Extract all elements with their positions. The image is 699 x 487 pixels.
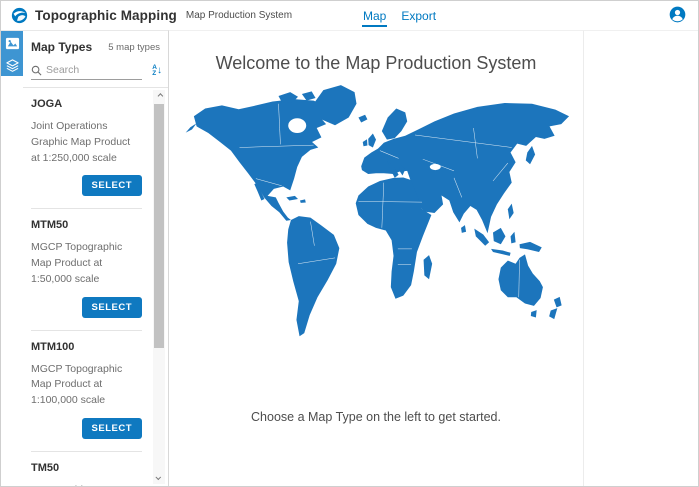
right-empty-area bbox=[584, 30, 698, 486]
map-type-count: 5 map types bbox=[108, 42, 160, 53]
scroll-down-icon[interactable] bbox=[153, 472, 165, 484]
app-title: Topographic Mapping bbox=[35, 8, 177, 23]
main-content: Welcome to the Map Production System bbox=[169, 30, 584, 486]
map-types-panel: Map Types 5 map types AZ ↓ bbox=[23, 30, 169, 486]
scroll-up-icon[interactable] bbox=[153, 90, 165, 102]
map-type-item: MTM50 MGCP Topographic Map Product at 1:… bbox=[31, 209, 142, 329]
map-type-list: JOGA Joint Operations Graphic Map Produc… bbox=[23, 88, 168, 486]
map-type-description: MGCP Topographic Map Product at 1:50,000… bbox=[31, 240, 135, 287]
app-subtitle: Map Production System bbox=[186, 10, 292, 21]
map-type-list-inner: JOGA Joint Operations Graphic Map Produc… bbox=[23, 88, 168, 486]
app-window: Topographic Mapping Map Production Syste… bbox=[0, 0, 699, 487]
tab-export[interactable]: Export bbox=[400, 3, 437, 28]
world-map bbox=[181, 80, 571, 346]
select-button[interactable]: SELECT bbox=[82, 175, 142, 196]
search-row: AZ ↓ bbox=[23, 60, 168, 80]
world-map-image bbox=[181, 80, 571, 346]
search-input[interactable] bbox=[46, 64, 116, 76]
search-box[interactable] bbox=[31, 64, 142, 80]
list-scrollbar[interactable] bbox=[153, 90, 165, 484]
scrollbar-thumb[interactable] bbox=[154, 104, 164, 348]
instruction-text: Choose a Map Type on the left to get sta… bbox=[251, 410, 501, 424]
app-body: Map Types 5 map types AZ ↓ bbox=[1, 30, 698, 486]
map-type-item: TM50 Topographic Map Product at 1:50,000… bbox=[31, 452, 142, 486]
map-type-name: JOGA bbox=[31, 98, 142, 110]
tool-strip bbox=[1, 30, 23, 486]
welcome-title: Welcome to the Map Production System bbox=[216, 53, 537, 74]
select-button[interactable]: SELECT bbox=[82, 418, 142, 439]
map-type-description: Joint Operations Graphic Map Product at … bbox=[31, 119, 135, 166]
user-account-icon[interactable] bbox=[669, 6, 686, 23]
map-type-description: Topographic Map Product at 1:50,000 scal… bbox=[31, 483, 135, 486]
top-nav-tabs: Map Export bbox=[362, 1, 437, 30]
tool-strip-active-group bbox=[1, 31, 23, 76]
app-header: Topographic Mapping Map Production Syste… bbox=[1, 1, 698, 30]
map-type-name: MTM100 bbox=[31, 341, 142, 353]
brand: Topographic Mapping Map Production Syste… bbox=[1, 7, 292, 24]
map-type-name: MTM50 bbox=[31, 219, 142, 231]
map-type-item: JOGA Joint Operations Graphic Map Produc… bbox=[31, 88, 142, 208]
sort-az-icon[interactable]: AZ ↓ bbox=[152, 65, 162, 79]
tab-map[interactable]: Map bbox=[362, 3, 387, 28]
layers-icon[interactable] bbox=[4, 57, 20, 73]
map-types-header: Map Types 5 map types bbox=[23, 31, 168, 60]
map-panel-icon[interactable] bbox=[4, 35, 20, 51]
panel-title: Map Types bbox=[31, 40, 92, 54]
map-type-name: TM50 bbox=[31, 462, 142, 474]
select-button[interactable]: SELECT bbox=[82, 297, 142, 318]
map-type-description: MGCP Topographic Map Product at 1:100,00… bbox=[31, 362, 135, 409]
globe-logo-icon bbox=[11, 7, 28, 24]
map-type-item: MTM100 MGCP Topographic Map Product at 1… bbox=[31, 331, 142, 451]
search-icon bbox=[31, 65, 42, 76]
